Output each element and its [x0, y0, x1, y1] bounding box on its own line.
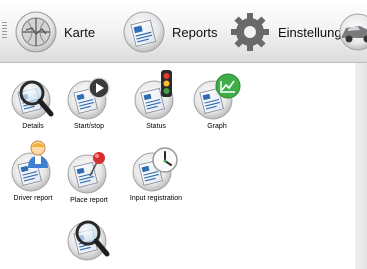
map-globe-icon: [15, 11, 57, 53]
nav-item-karte[interactable]: Karte: [14, 10, 95, 54]
tile-label-place-report: Place report: [70, 197, 108, 204]
clock-icon: [132, 147, 178, 192]
gear-icon: [231, 13, 269, 51]
magnifier-icon: [67, 220, 110, 261]
grip-handle[interactable]: [2, 22, 7, 38]
tile-label-status: Status: [146, 123, 166, 130]
nav-item-reports[interactable]: Reports: [122, 10, 218, 54]
reports-panel: Details Start/stop Status Graph Driver r…: [0, 63, 367, 269]
tile-label-details: Details: [22, 123, 44, 130]
nav-label-reports: Reports: [172, 24, 218, 40]
vertical-scrollbar[interactable]: [355, 63, 367, 269]
play-icon: [67, 77, 110, 120]
pin-icon: [67, 152, 107, 194]
tile-driver-report[interactable]: Driver report: [4, 138, 62, 202]
reports-icon: [123, 11, 165, 53]
tile-graph[interactable]: Graph: [188, 72, 246, 130]
tile-details[interactable]: Details: [4, 76, 62, 130]
traffic-light-icon: [134, 70, 174, 120]
tile-label-graph: Graph: [207, 123, 227, 130]
magnifier-icon: [11, 80, 54, 120]
graph-icon: [193, 73, 241, 120]
top-navigation-bar: Karte Reports Einstellungen: [0, 0, 367, 63]
driver-icon: [11, 140, 51, 192]
tile-label-start-stop: Start/stop: [74, 123, 104, 130]
tile-search-report[interactable]: [60, 213, 118, 264]
car-icon: [339, 13, 367, 51]
nav-label-karte: Karte: [64, 24, 96, 40]
tile-status[interactable]: Status: [127, 68, 185, 130]
nav-item-car[interactable]: [338, 10, 367, 54]
tile-place-report[interactable]: Place report: [60, 150, 118, 204]
tile-label-driver-report: Driver report: [13, 195, 53, 202]
tile-input-registration[interactable]: Input registration: [127, 144, 185, 202]
tile-start-stop[interactable]: Start/stop: [60, 76, 118, 130]
tile-label-input-registration: Input registration: [129, 195, 183, 202]
nav-item-einstellungen[interactable]: Einstellungen: [228, 10, 356, 54]
